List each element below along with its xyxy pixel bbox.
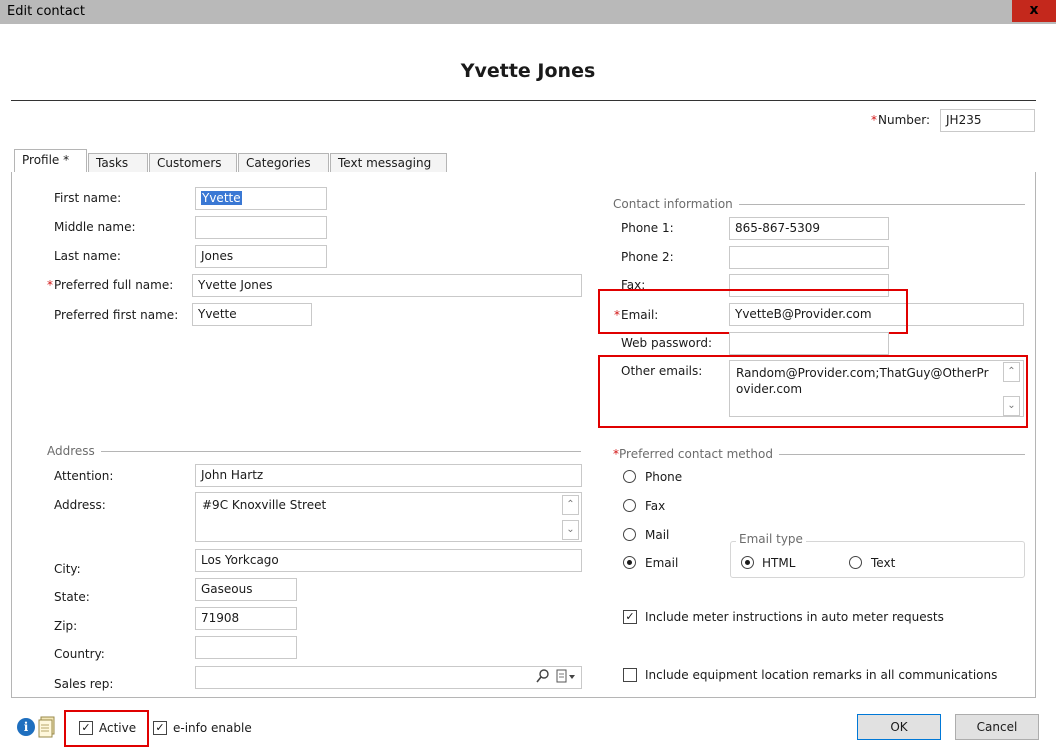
sales-rep-label: Sales rep: <box>54 677 114 691</box>
number-field[interactable]: JH235 <box>940 109 1035 132</box>
magnifier-icon[interactable] <box>536 668 550 684</box>
address-scroll-up[interactable]: ⌃ <box>562 495 579 515</box>
preferred-full-name-label: Preferred full name: <box>54 278 174 292</box>
close-button[interactable]: x <box>1012 0 1056 22</box>
other-emails-highlight-box <box>598 355 1028 428</box>
address-label: Address: <box>54 498 106 512</box>
einfo-label: e-info enable <box>173 721 252 735</box>
radio-email-label: Email <box>645 556 679 570</box>
active-highlight-box <box>64 710 149 747</box>
address-scroll-down[interactable]: ⌄ <box>562 520 579 540</box>
header-divider <box>11 100 1036 101</box>
web-password-field[interactable] <box>729 332 889 355</box>
radio-email[interactable] <box>623 556 636 569</box>
einfo-checkbox[interactable]: ✓ <box>153 721 167 735</box>
window-title: Edit contact <box>7 4 85 19</box>
tab-profile[interactable]: Profile * <box>14 149 87 173</box>
radio-fax[interactable] <box>623 499 636 512</box>
notes-icon[interactable] <box>38 716 56 738</box>
preferred-full-name-required-mark: * <box>47 278 53 292</box>
radio-mail-label: Mail <box>645 528 670 542</box>
email-highlight-box <box>598 289 908 334</box>
radio-html-label: HTML <box>762 556 796 570</box>
window-titlebar: Edit contact <box>0 0 1056 24</box>
radio-phone[interactable] <box>623 470 636 483</box>
last-name-field[interactable]: Jones <box>195 245 327 268</box>
tab-customers[interactable]: Customers <box>149 153 237 173</box>
radio-mail[interactable] <box>623 528 636 541</box>
radio-text[interactable] <box>849 556 862 569</box>
preferred-full-name-field[interactable]: Yvette Jones <box>192 274 582 297</box>
address-field[interactable]: #9C Knoxville Street <box>195 492 582 542</box>
number-required-mark: * <box>871 113 877 127</box>
ok-button[interactable]: OK <box>857 714 941 740</box>
meter-instructions-label: Include meter instructions in auto meter… <box>645 610 944 624</box>
first-name-value: Yvette <box>201 191 242 205</box>
address-group-title: Address <box>47 444 101 458</box>
contact-name-heading: Yvette Jones <box>460 60 596 82</box>
web-password-label: Web password: <box>621 336 712 350</box>
phone1-field[interactable]: 865-867-5309 <box>729 217 889 240</box>
phone2-field[interactable] <box>729 246 889 269</box>
middle-name-label: Middle name: <box>54 220 136 234</box>
number-label: Number: <box>878 113 931 127</box>
equipment-remarks-checkbox[interactable] <box>623 668 637 682</box>
country-field[interactable] <box>195 636 297 659</box>
radio-text-label: Text <box>871 556 896 570</box>
state-field[interactable]: Gaseous <box>195 578 297 601</box>
radio-phone-label: Phone <box>645 470 683 484</box>
zip-field[interactable]: 71908 <box>195 607 297 630</box>
address-group-line <box>47 451 581 452</box>
first-name-label: First name: <box>54 191 122 205</box>
middle-name-field[interactable] <box>195 216 327 239</box>
last-name-label: Last name: <box>54 249 121 263</box>
preferred-first-name-field[interactable]: Yvette <box>192 303 312 326</box>
radio-html[interactable] <box>741 556 754 569</box>
zip-label: Zip: <box>54 619 78 633</box>
meter-instructions-checkbox[interactable]: ✓ <box>623 610 637 624</box>
radio-fax-label: Fax <box>645 499 666 513</box>
tab-text-messaging[interactable]: Text messaging <box>330 153 447 173</box>
sales-rep-field[interactable] <box>195 666 582 689</box>
city-field[interactable]: Los Yorkcago <box>195 549 582 572</box>
state-label: State: <box>54 590 90 604</box>
cancel-button[interactable]: Cancel <box>955 714 1039 740</box>
attention-label: Attention: <box>54 469 114 483</box>
tab-categories[interactable]: Categories <box>238 153 329 173</box>
preferred-contact-title-text: Preferred contact method <box>619 447 773 461</box>
tab-tasks[interactable]: Tasks <box>88 153 148 173</box>
equipment-remarks-label: Include equipment location remarks in al… <box>645 668 998 682</box>
first-name-field[interactable]: Yvette <box>195 187 327 210</box>
email-type-title: Email type <box>736 532 806 546</box>
city-label: City: <box>54 562 81 576</box>
country-label: Country: <box>54 647 105 661</box>
phone1-label: Phone 1: <box>621 221 674 235</box>
preferred-first-name-label: Preferred first name: <box>54 308 179 322</box>
phone2-label: Phone 2: <box>621 250 674 264</box>
attention-field[interactable]: John Hartz <box>195 464 582 487</box>
info-icon[interactable]: i <box>17 718 35 736</box>
lookup-dropdown-icon[interactable] <box>556 668 578 684</box>
contact-info-group-title: Contact information <box>613 197 739 211</box>
preferred-contact-group-title: *Preferred contact method <box>613 447 779 461</box>
